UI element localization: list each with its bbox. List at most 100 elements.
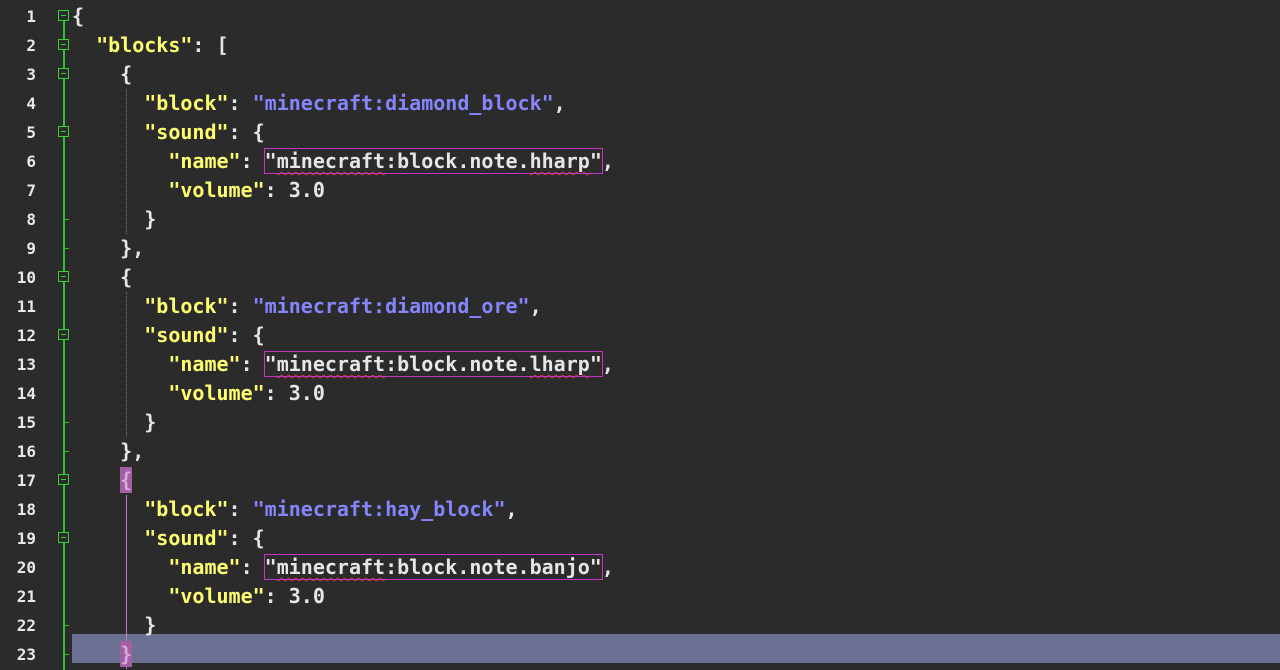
- code-line[interactable]: "blocks": [: [72, 31, 228, 60]
- punctuation: : {: [228, 323, 265, 347]
- punctuation: : {: [228, 526, 265, 550]
- punctuation: }: [144, 207, 157, 231]
- code-line[interactable]: "volume": 3.0: [72, 176, 325, 205]
- json-key: "sound": [144, 120, 229, 144]
- code-line[interactable]: }: [72, 611, 156, 640]
- punctuation: :: [264, 178, 289, 202]
- fold-toggle-icon[interactable]: [58, 474, 69, 485]
- json-key: "sound": [144, 526, 229, 550]
- line-number: 15: [16, 413, 36, 432]
- fold-end-marker: [63, 451, 69, 452]
- punctuation: :: [240, 149, 265, 173]
- line-number: 14: [16, 384, 36, 403]
- fold-toggle-icon[interactable]: [58, 126, 69, 137]
- line-number: 6: [26, 152, 36, 171]
- code-line[interactable]: "name": "minecraft:block.note.lharp",: [72, 350, 614, 379]
- code-line[interactable]: {: [72, 2, 84, 31]
- fold-toggle-icon[interactable]: [58, 329, 69, 340]
- code-line[interactable]: },: [72, 437, 144, 466]
- punctuation: :: [228, 294, 253, 318]
- fold-end-marker: [63, 654, 69, 655]
- code-editor[interactable]: 1 2 3 4 5 6 7 8 9 10 11 12 13 14 15 16 17 18 19 20 21 22 23 { …: [0, 0, 1280, 670]
- code-line[interactable]: },: [72, 234, 144, 263]
- punctuation: :: [264, 381, 289, 405]
- punctuation: },: [120, 236, 145, 260]
- code-line[interactable]: }: [72, 205, 156, 234]
- fold-toggle-icon[interactable]: [58, 68, 69, 79]
- code-line[interactable]: "block": "minecraft:hay_block",: [72, 495, 517, 524]
- punctuation: {: [120, 265, 133, 289]
- punctuation: {: [120, 62, 133, 86]
- line-number: 18: [16, 500, 36, 519]
- punctuation: :: [228, 91, 253, 115]
- json-key: "block": [144, 91, 229, 115]
- line-number: 7: [26, 181, 36, 200]
- fold-end-marker: [63, 248, 69, 249]
- line-number: 13: [16, 355, 36, 374]
- code-line[interactable]: }: [72, 640, 133, 669]
- highlighted-string: "minecraft:block.note.banjo": [263, 554, 603, 580]
- code-line[interactable]: "volume": 3.0: [72, 582, 325, 611]
- code-line[interactable]: "block": "minecraft:diamond_block",: [72, 89, 565, 118]
- code-line[interactable]: "sound": {: [72, 524, 265, 553]
- fold-toggle-icon[interactable]: [58, 532, 69, 543]
- number-value: 3.0: [288, 584, 325, 608]
- code-line[interactable]: "block": "minecraft:diamond_ore",: [72, 292, 542, 321]
- spellcheck-underline: lharp: [529, 352, 590, 376]
- fold-end-marker: [63, 625, 69, 626]
- punctuation: ,: [601, 352, 614, 376]
- code-line[interactable]: {: [72, 60, 132, 89]
- code-line[interactable]: {: [72, 263, 132, 292]
- code-line[interactable]: "volume": 3.0: [72, 379, 325, 408]
- punctuation: }: [144, 613, 157, 637]
- fold-end-marker: [63, 422, 69, 423]
- punctuation: :: [240, 352, 265, 376]
- punctuation: :: [264, 584, 289, 608]
- spellcheck-underline: minecraft: [276, 352, 386, 376]
- punctuation: ,: [529, 294, 542, 318]
- line-number: 16: [16, 442, 36, 461]
- punctuation: },: [120, 439, 145, 463]
- json-key: "name": [168, 149, 241, 173]
- punctuation: ,: [601, 555, 614, 579]
- line-number-gutter: 1 2 3 4 5 6 7 8 9 10 11 12 13 14 15 16 17 18 19 20 21 22 23: [0, 0, 56, 670]
- string-value: "minecraft:diamond_block": [252, 91, 554, 115]
- code-line[interactable]: {: [72, 466, 133, 495]
- matched-brace: {: [120, 467, 133, 493]
- fold-toggle-icon[interactable]: [58, 271, 69, 282]
- code-line[interactable]: }: [72, 408, 156, 437]
- fold-line: [63, 14, 65, 670]
- code-line[interactable]: "name": "minecraft:block.note.hharp",: [72, 147, 614, 176]
- punctuation: :: [228, 497, 253, 521]
- number-value: 3.0: [288, 381, 325, 405]
- spellcheck-underline: hharp: [529, 149, 590, 173]
- line-number: 3: [26, 65, 36, 84]
- line-number: 19: [16, 529, 36, 548]
- json-key: "block": [144, 294, 229, 318]
- json-key: "name": [168, 352, 241, 376]
- fold-toggle-icon[interactable]: [58, 39, 69, 50]
- punctuation: : {: [228, 120, 265, 144]
- code-line[interactable]: "sound": {: [72, 321, 265, 350]
- json-key: "blocks": [96, 33, 193, 57]
- matched-brace: }: [120, 641, 133, 667]
- fold-toggle-icon[interactable]: [58, 10, 69, 21]
- code-line[interactable]: "name": "minecraft:block.note.banjo",: [72, 553, 614, 582]
- json-key: "volume": [168, 584, 265, 608]
- fold-end-marker: [63, 219, 69, 220]
- line-number: 9: [26, 239, 36, 258]
- code-line[interactable]: "sound": {: [72, 118, 265, 147]
